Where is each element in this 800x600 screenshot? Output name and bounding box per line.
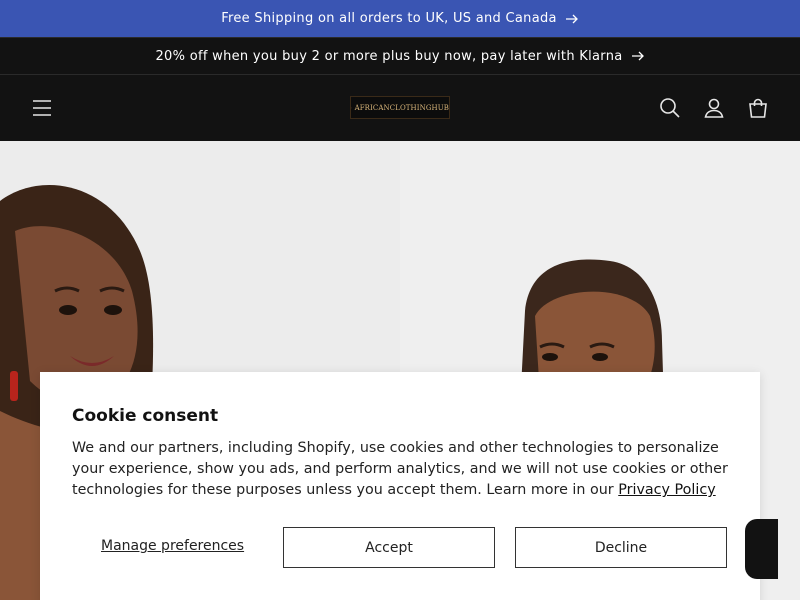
logo-text: AFRICANCLOTHINGHUB	[354, 103, 449, 112]
account-icon[interactable]	[702, 96, 726, 120]
cart-icon[interactable]	[746, 96, 770, 120]
search-icon[interactable]	[658, 96, 682, 120]
cookie-body: We and our partners, including Shopify, …	[72, 438, 732, 501]
cookie-title: Cookie consent	[72, 406, 219, 426]
announcement-text: 20% off when you buy 2 or more plus buy …	[155, 48, 623, 64]
chat-widget-button[interactable]	[745, 519, 778, 579]
privacy-policy-link[interactable]: Privacy Policy	[618, 482, 715, 498]
announcement-bar-shipping[interactable]: Free Shipping on all orders to UK, US an…	[0, 0, 800, 37]
manage-preferences-link[interactable]: Manage preferences	[101, 538, 244, 554]
arrow-right-icon	[565, 12, 579, 26]
cookie-consent-dialog: Cookie consent We and our partners, incl…	[40, 372, 760, 600]
accept-button[interactable]: Accept	[283, 527, 495, 568]
arrow-right-icon	[631, 49, 645, 63]
announcement-bar-klarna[interactable]: 20% off when you buy 2 or more plus buy …	[0, 37, 800, 75]
decline-button[interactable]: Decline	[515, 527, 727, 568]
logo-crest-icon	[351, 107, 352, 108]
announcement-text: Free Shipping on all orders to UK, US an…	[221, 11, 557, 26]
site-logo[interactable]: AFRICANCLOTHINGHUB	[350, 96, 450, 119]
menu-icon[interactable]	[30, 96, 54, 120]
